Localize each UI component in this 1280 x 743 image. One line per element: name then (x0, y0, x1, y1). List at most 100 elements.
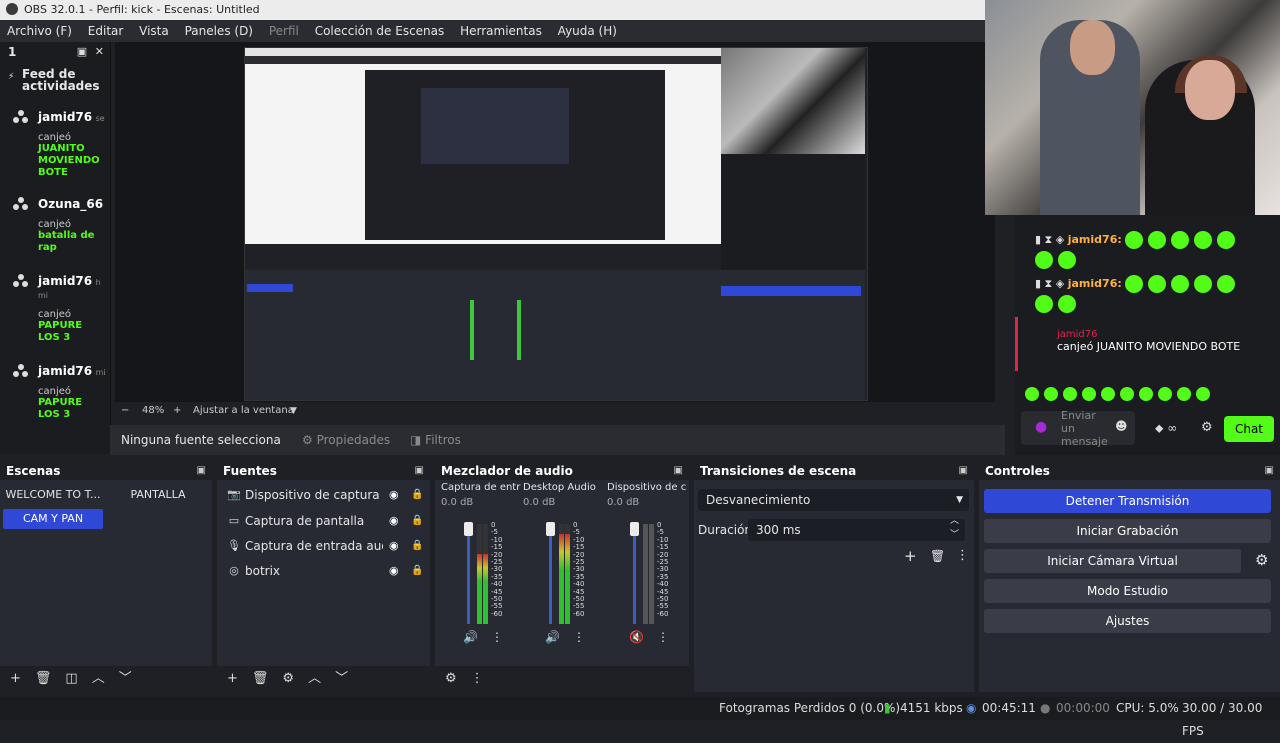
duration-spinbox[interactable]: 300 ms ︿ ﹀ (748, 516, 965, 541)
bolt-icon: ⚡ (8, 72, 15, 82)
menu-ayuda[interactable]: Ayuda (H) (558, 24, 617, 38)
signal-icon: ▮ (884, 701, 891, 715)
float-icon[interactable]: ▣ (77, 45, 87, 58)
more-icon[interactable]: ⋮ (657, 630, 669, 644)
dock-header: Escenas ▣ (0, 462, 212, 480)
menu-vista[interactable]: Vista (139, 24, 169, 38)
menu-archivo[interactable]: Archivo (F) (7, 24, 72, 38)
feed-item: jamid76 h mi canjeó PAPURE LOS 3 (0, 274, 110, 344)
chevron-up-icon[interactable]: ︿ (92, 666, 105, 692)
start-recording-button[interactable]: Iniciar Grabación (984, 519, 1271, 543)
source-item[interactable]: ◎ botrix ◉ 🔒 (217, 559, 430, 583)
stream-time: 00:45:11 (982, 701, 1036, 715)
reward-name: batalla de rap (38, 230, 95, 253)
chevron-down-icon[interactable]: ﹀ (119, 666, 132, 692)
scene-item[interactable]: PANTALLA (107, 485, 209, 505)
transition-select[interactable]: Desvanecimiento ▼ (698, 489, 969, 511)
trash-icon[interactable]: 🗑 (252, 666, 269, 692)
menu-herramientas[interactable]: Herramientas (460, 24, 542, 38)
sources-toolbar: + 🗑 ⚙ ︿ ﹀ (217, 666, 430, 692)
level-meter (643, 524, 648, 624)
float-icon[interactable]: ▣ (674, 462, 683, 480)
volume-fader[interactable] (464, 522, 473, 624)
virtual-camera-settings-icon[interactable]: ⚙ (1255, 551, 1268, 569)
emote-icon (1125, 231, 1144, 249)
advanced-audio-icon[interactable]: ⚙ (445, 666, 457, 692)
menu-paneles[interactable]: Paneles (D) (185, 24, 253, 38)
channel-db: 0.0 dB (523, 497, 556, 508)
trash-icon[interactable]: 🗑 (35, 666, 52, 692)
menu-perfil[interactable]: Perfil (269, 24, 299, 38)
audio-mixer-dock: Mezclador de audio ▣ Captura de entrada 0… (435, 462, 689, 692)
lock-icon[interactable]: 🔒 (411, 509, 423, 533)
feed-username[interactable]: jamid76 (38, 364, 92, 378)
zoom-in-button[interactable]: + (173, 402, 181, 420)
float-icon[interactable]: ▣ (959, 462, 968, 480)
more-icon[interactable]: ⋮ (491, 630, 503, 644)
float-icon[interactable]: ▣ (415, 462, 424, 480)
trash-icon[interactable]: 🗑 (930, 549, 945, 563)
chevron-up-icon[interactable]: ︿ (308, 666, 321, 692)
more-icon[interactable]: ⋮ (471, 666, 484, 692)
status-bar: Fotogramas Perdidos 0 (0.0%) ▮ 4151 kbps… (0, 697, 1280, 738)
fit-window-label[interactable]: Ajustar a la ventana (193, 402, 294, 420)
settings-button[interactable]: Ajustes (984, 609, 1271, 633)
studio-mode-button[interactable]: Modo Estudio (984, 579, 1271, 603)
float-icon[interactable]: ▣ (197, 462, 206, 480)
reward-name: PAPURE LOS 3 (38, 320, 83, 343)
window-title-bar: OBS 32.0.1 - Perfil: kick - Escenas: Unt… (0, 0, 985, 20)
source-item[interactable]: ▭ Captura de pantalla ◉ 🔒 (217, 509, 430, 533)
lock-icon[interactable]: 🔒 (411, 559, 423, 583)
muted-speaker-icon[interactable]: 🔇 (629, 630, 644, 644)
float-icon[interactable]: ▣ (1265, 462, 1274, 480)
scene-item-active[interactable]: CAM Y PAN (3, 509, 103, 529)
meter-scale: 0 -5 -10 -15 -20 -25 -30 -35 -40 -45 -50 -55 -60 (657, 521, 669, 618)
chat-send-button[interactable]: Chat (1224, 416, 1274, 442)
redeem-message: jamid76 canjeó JUANITO MOVIENDO BOTE (1057, 329, 1241, 353)
chevron-down-icon[interactable]: ﹀ (335, 666, 348, 692)
eye-icon[interactable]: ◉ (389, 534, 399, 558)
speaker-icon[interactable]: 🔊 (545, 630, 560, 644)
source-item[interactable]: 🎙 Captura de entrada audio ◉🔒 (217, 534, 430, 558)
emoji-icon[interactable]: ☻ (1115, 419, 1128, 433)
add-icon[interactable]: + (904, 547, 917, 565)
source-item[interactable]: 📷 Dispositivo de captura de v ◉🔒 (217, 483, 430, 507)
speaker-icon[interactable]: 🔊 (463, 630, 478, 644)
stepper-icon[interactable]: ︿ ﹀ (950, 514, 959, 542)
virtual-camera-button[interactable]: Iniciar Cámara Virtual (984, 549, 1241, 573)
add-icon[interactable]: + (10, 666, 21, 692)
filters-button[interactable]: ◨ Filtros (402, 429, 469, 451)
close-icon[interactable]: ✕ (95, 45, 104, 58)
properties-button[interactable]: ⚙ Propiedades (294, 429, 398, 451)
lock-icon[interactable]: 🔒 (411, 534, 423, 558)
more-icon[interactable]: ⋮ (573, 630, 585, 644)
eye-icon[interactable]: ◉ (389, 509, 399, 533)
volume-fader[interactable] (630, 522, 639, 624)
chat-message-input[interactable]: ● Enviar un mensaje ☻ (1021, 409, 1135, 448)
volume-fader[interactable] (546, 522, 555, 624)
eye-icon[interactable]: ◉ (389, 483, 399, 507)
scene-item[interactable]: WELCOME TO T... (3, 485, 103, 505)
kick-chat-overlay: ▮ ⧗ ◈ jamid76: ▮ ⧗ ◈ jamid76: jamid76 ca… (1015, 215, 1280, 455)
dock-header: Fuentes ▣ (217, 462, 430, 480)
more-icon[interactable]: ⋮ (956, 548, 969, 563)
menu-coleccion-escenas[interactable]: Colección de Escenas (315, 24, 445, 38)
chat-settings-icon[interactable]: ⚙ (1201, 420, 1213, 435)
feed-username[interactable]: jamid76 (38, 110, 92, 124)
feed-username[interactable]: Ozuna_66 (38, 197, 103, 211)
feed-username[interactable]: jamid76 (38, 274, 92, 288)
eye-icon[interactable]: ◉ (389, 559, 399, 583)
gear-icon[interactable]: ⚙ (282, 666, 294, 692)
filter-icon[interactable]: ◫ (65, 666, 77, 692)
stop-streaming-button[interactable]: Detener Transmisión (984, 489, 1271, 513)
lock-icon[interactable]: 🔒 (411, 483, 423, 507)
add-icon[interactable]: + (227, 666, 238, 692)
window-title: OBS 32.0.1 - Perfil: kick - Escenas: Unt… (24, 3, 260, 16)
monitor-icon: ▭ (228, 514, 240, 527)
chevron-down-icon[interactable]: ▼ (290, 402, 297, 420)
zoom-out-button[interactable]: − (121, 402, 129, 420)
stream-icon: ◉ (966, 701, 977, 715)
level-meter (559, 524, 564, 624)
menu-editar[interactable]: Editar (88, 24, 124, 38)
points-icon[interactable]: ⬥ ∞ (1155, 421, 1177, 436)
